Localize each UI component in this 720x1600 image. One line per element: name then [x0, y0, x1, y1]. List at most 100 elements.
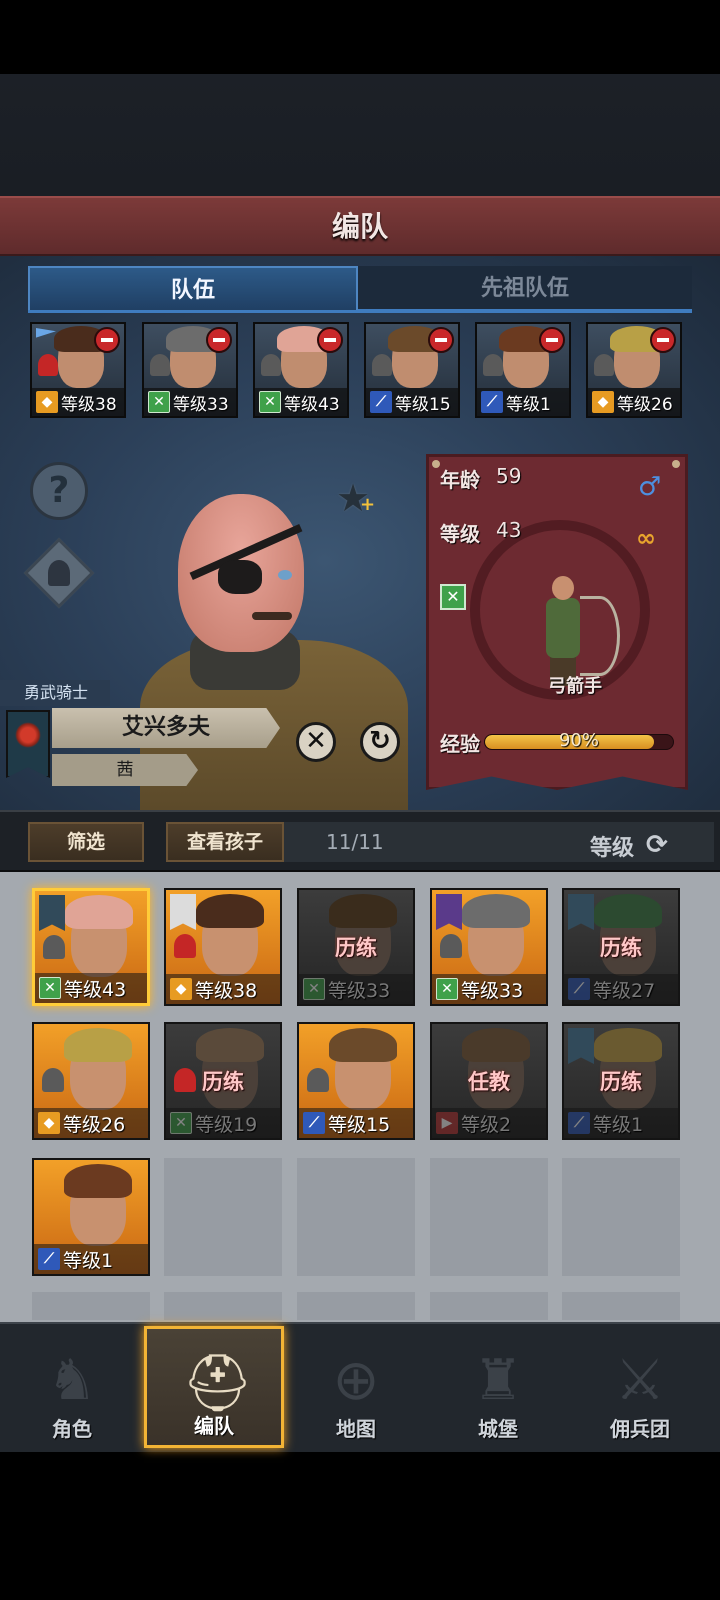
plus-icon: +	[360, 494, 376, 515]
hair	[64, 1164, 132, 1198]
roster-cell[interactable]: 历练 ⟋ 等级27	[562, 888, 680, 1006]
level-bar: ✕ 等级33	[144, 388, 236, 416]
roster-cell[interactable]: ✕ 等级43	[32, 888, 150, 1006]
member-level: 等级26	[617, 394, 673, 415]
roster-cell[interactable]: 历练 ✕ 等级19	[164, 1022, 282, 1140]
level-bar: ◆ 等级38	[32, 388, 124, 416]
sword-class-icon: ⟋	[568, 978, 590, 1000]
roster-cell[interactable]: ◆ 等级38	[164, 888, 282, 1006]
roster-empty-slot	[562, 1292, 680, 1320]
member-level: 等级33	[173, 394, 229, 415]
tab-team[interactable]: 队伍	[28, 266, 358, 312]
shield-class-icon: ◆	[170, 978, 192, 1000]
roster-cell[interactable]: 历练 ⟋ 等级1	[562, 1022, 680, 1140]
roster-level: 等级15	[328, 1113, 391, 1136]
house-banner-icon	[39, 895, 65, 931]
roster-empty-slot	[562, 1158, 680, 1276]
person-icon	[372, 354, 392, 376]
roster-cell[interactable]: ✕ 等级33	[430, 888, 548, 1006]
male-gender-icon: ♂	[638, 472, 662, 502]
team-member-slot[interactable]: ⟋ 等级15	[364, 322, 460, 418]
team-member-slot[interactable]: ◆ 等级26	[586, 322, 682, 418]
roster-level: 等级43	[64, 978, 127, 1001]
banner-pin	[672, 460, 680, 468]
filter-button[interactable]: 筛选	[28, 822, 144, 862]
help-button[interactable]: ?	[30, 462, 88, 520]
hair	[196, 894, 264, 928]
person-icon	[261, 354, 281, 376]
roster-level: 等级33	[328, 979, 391, 1002]
hair	[462, 1028, 530, 1062]
roster-cell[interactable]: 历练 ✕ 等级33	[297, 888, 415, 1006]
age-value: 59	[496, 464, 522, 488]
level-bar: ✕ 等级19	[166, 1108, 280, 1138]
mercenary-icon: ⚔	[614, 1348, 666, 1413]
team-member-slot[interactable]: ✕ 等级43	[253, 322, 349, 418]
nav-label: 城堡	[478, 1417, 518, 1441]
roster-cell[interactable]: 任教 ▶ 等级2	[430, 1022, 548, 1140]
title-bar: 编队	[0, 196, 720, 256]
house-banner-icon	[436, 894, 462, 930]
house-banner-icon	[170, 894, 196, 930]
nav-label: 地图	[336, 1417, 376, 1441]
nav-item-3[interactable]: ♜ 城堡	[428, 1326, 568, 1448]
house-banner-icon	[568, 894, 594, 930]
level-label: 等级	[440, 522, 480, 546]
knight-icon: ♞	[46, 1348, 98, 1413]
roster-cell[interactable]: ⟋ 等级1	[32, 1158, 150, 1276]
house-banner-icon	[568, 1028, 594, 1064]
person-icon	[38, 354, 58, 376]
view-children-button[interactable]: 查看孩子	[166, 822, 284, 862]
level-bar: ◆ 等级26	[34, 1108, 148, 1138]
eyepatch	[218, 560, 262, 594]
level-bar: ⟋ 等级1	[477, 388, 569, 416]
roster-level: 等级27	[593, 979, 656, 1002]
marriage-rings-icon[interactable]: ∞	[636, 524, 656, 552]
hair	[594, 894, 662, 928]
remove-member-icon[interactable]	[317, 327, 343, 353]
member-level: 等级38	[61, 394, 117, 415]
helmet-icon: ⛑	[182, 1351, 254, 1416]
rotate-button[interactable]: ↻	[360, 722, 400, 762]
nav-item-4[interactable]: ⚔ 佣兵团	[570, 1326, 710, 1448]
team-member-slot[interactable]: ✕ 等级33	[142, 322, 238, 418]
banner-pin	[432, 460, 440, 468]
remove-member-icon[interactable]	[206, 327, 232, 353]
nav-bottom-bar	[0, 1452, 720, 1600]
person-icon	[440, 934, 462, 958]
person-icon	[150, 354, 170, 376]
shield-class-icon: ◆	[36, 391, 58, 413]
sort-by-level-button[interactable]: 等级	[590, 830, 634, 862]
remove-member-icon[interactable]	[650, 327, 676, 353]
hero-name[interactable]: 艾兴多夫	[52, 708, 280, 748]
roster-level: 等级33	[461, 979, 524, 1002]
member-level: 等级1	[506, 394, 551, 415]
team-member-slot[interactable]: ⟋ 等级1	[475, 322, 571, 418]
sword-class-icon: ⟋	[303, 1112, 325, 1134]
roster-cell[interactable]: ⟋ 等级15	[297, 1022, 415, 1140]
rotate-icon: ↻	[369, 726, 391, 756]
remove-member-icon[interactable]	[94, 327, 120, 353]
team-member-slot[interactable]: ◆ 等级38	[30, 322, 126, 418]
member-level: 等级15	[395, 394, 451, 415]
roster-level: 等级1	[593, 1113, 644, 1136]
age-label: 年龄	[440, 468, 480, 492]
hair	[594, 1028, 662, 1062]
status-bar-area	[0, 0, 720, 196]
nav-item-0[interactable]: ♞ 角色	[2, 1326, 142, 1448]
level-bar: ⟋ 等级15	[366, 388, 458, 416]
status-label: 历练	[335, 936, 377, 960]
roster-cell[interactable]: ◆ 等级26	[32, 1022, 150, 1140]
hair	[64, 1028, 132, 1062]
remove-member-icon[interactable]	[428, 327, 454, 353]
tab-ancestor-team[interactable]: 先祖队伍	[358, 266, 692, 312]
status-label: 任教	[468, 1070, 510, 1094]
roster-empty-slot	[32, 1292, 150, 1320]
shield-class-icon: ◆	[38, 1112, 60, 1134]
dismiss-button[interactable]: ✕	[296, 722, 336, 762]
nav-item-1[interactable]: ⛑ 编队	[144, 1326, 284, 1448]
nav-item-2[interactable]: ⊕ 地图	[286, 1326, 426, 1448]
remove-member-icon[interactable]	[539, 327, 565, 353]
refresh-icon[interactable]: ⟳	[646, 830, 668, 860]
roster-empty-slot	[297, 1292, 415, 1320]
